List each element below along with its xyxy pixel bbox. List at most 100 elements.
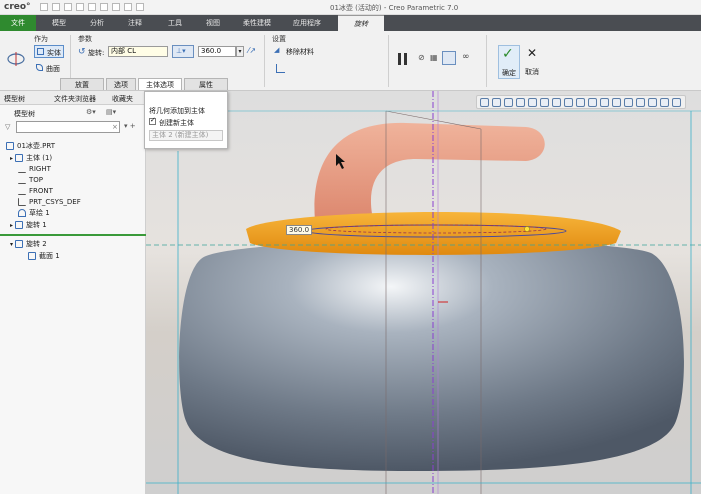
pause-icon-bar-left[interactable] <box>398 53 401 65</box>
tab-view[interactable]: 视图 <box>196 15 230 31</box>
pause-icon-bar-right[interactable] <box>404 53 407 65</box>
tree-item-sketch[interactable]: 草绘 1 <box>18 208 50 219</box>
tab-model[interactable]: 模型 <box>42 15 76 31</box>
checkmark-icon: ✓ <box>502 46 514 62</box>
no-preview-icon[interactable]: ⊘ <box>418 53 425 62</box>
remove-material-label[interactable]: 移除材料 <box>286 47 314 57</box>
angle-dropdown-arrow[interactable]: ▾ <box>236 46 244 57</box>
view-toolbar <box>476 95 686 109</box>
angle-input[interactable]: 360.0 <box>198 46 236 57</box>
insert-indicator <box>0 234 146 236</box>
pan-icon[interactable] <box>528 98 537 107</box>
tree-item-csys[interactable]: PRT_CSYS_DEF <box>18 197 81 208</box>
tree-item-section[interactable]: 截面 1 <box>28 251 60 262</box>
regenerate-icon[interactable] <box>100 3 108 11</box>
tab-tools[interactable]: 工具 <box>158 15 192 31</box>
tree-settings-icon[interactable]: ⚙▾ <box>86 108 96 116</box>
subtab-properties[interactable]: 属性 <box>184 78 228 90</box>
drag-handle[interactable] <box>524 226 530 232</box>
title-bar: creo° 01冰壶 (活动的) - Creo Parametric 7.0 <box>0 0 701 15</box>
tree-columns-icon[interactable]: ▤▾ <box>106 108 116 116</box>
body-options-popup: 将几何添加到主体 ✓ 创建新主体 主体 2 (新建主体) <box>144 91 228 149</box>
subtab-placement[interactable]: 放置 <box>60 78 104 90</box>
warning-icon[interactable] <box>648 98 657 107</box>
tab-annotate[interactable]: 注释 <box>118 15 152 31</box>
preview-icon[interactable]: ▦ <box>430 53 438 62</box>
tab-analysis[interactable]: 分析 <box>80 15 114 31</box>
settings-icon[interactable] <box>136 3 144 11</box>
datum-plane-icon <box>18 165 26 173</box>
tab-rotate[interactable]: 旋转 <box>338 15 384 31</box>
surface-label: 曲面 <box>46 65 60 73</box>
divider <box>388 35 389 87</box>
zoom-in-icon[interactable] <box>492 98 501 107</box>
subtab-body-options[interactable]: 主体选项 <box>138 78 182 90</box>
tree-item-body[interactable]: ▸ 主体 (1) <box>10 153 52 164</box>
body-name-field[interactable]: 主体 2 (新建主体) <box>149 130 223 141</box>
window-title: 01冰壶 (活动的) - Creo Parametric 7.0 <box>330 4 459 12</box>
tab-flexible-modeling[interactable]: 柔性建模 <box>234 15 280 31</box>
annotation-display-icon[interactable] <box>612 98 621 107</box>
refit-icon[interactable] <box>480 98 489 107</box>
tab-file[interactable]: 文件 <box>0 15 36 31</box>
left-panel: 模型树 文件夹浏览器 收藏夹 模型树 ⚙▾ ▤▾ ▽ × ▾ + 01冰壶.PR… <box>0 91 146 494</box>
section-view-icon[interactable] <box>672 98 681 107</box>
datum-display-icon[interactable] <box>600 98 609 107</box>
revolve-feature-icon <box>7 52 25 66</box>
windows-icon[interactable] <box>112 3 120 11</box>
cancel-label: 取消 <box>525 68 539 76</box>
menu-bar: 文件 模型 分析 注释 工具 视图 柔性建模 应用程序 旋转 <box>0 15 701 31</box>
revolve-icon <box>15 240 24 248</box>
verify-icon[interactable] <box>442 51 456 65</box>
tree-item-revolve-1[interactable]: ▸ 旋转 1 <box>10 220 47 231</box>
graphics-viewport[interactable]: 360.0 <box>146 91 701 494</box>
solid-toggle[interactable]: 实体 <box>34 45 64 58</box>
tab-model-tree[interactable]: 模型树 <box>4 94 25 104</box>
create-new-body-checkbox[interactable]: ✓ <box>149 116 156 125</box>
check-icon: ✓ <box>150 116 156 124</box>
tree-item-front[interactable]: FRONT <box>18 186 53 197</box>
tree-item-top[interactable]: TOP <box>18 175 43 186</box>
popup-title: 将几何添加到主体 <box>149 107 205 115</box>
datum-plane-icon <box>18 176 26 184</box>
tree-item-part[interactable]: 01冰壶.PRT <box>6 141 55 152</box>
named-views-icon[interactable] <box>552 98 561 107</box>
ok-button[interactable]: ✓ 确定 <box>498 45 520 79</box>
close-window-icon[interactable] <box>124 3 132 11</box>
zoom-out-icon[interactable] <box>504 98 513 107</box>
params-group-label: 参数 <box>78 35 92 43</box>
tree-search-input[interactable] <box>16 121 120 133</box>
rotate-axis-field[interactable]: 内部 CL <box>108 46 168 57</box>
repaint-icon[interactable] <box>516 98 525 107</box>
tab-applications[interactable]: 应用程序 <box>284 15 330 31</box>
redo-icon[interactable] <box>88 3 96 11</box>
new-file-icon[interactable] <box>40 3 48 11</box>
cancel-button[interactable]: ✕ 取消 <box>522 45 544 79</box>
view-manager-icon[interactable] <box>576 98 585 107</box>
undo-icon[interactable] <box>76 3 84 11</box>
ok-label: 确定 <box>502 69 516 77</box>
thicken-icon[interactable] <box>276 64 285 73</box>
angle-dimension-label[interactable]: 360.0 <box>286 225 313 235</box>
tab-favorites[interactable]: 收藏夹 <box>112 94 133 104</box>
tree-item-right[interactable]: RIGHT <box>18 164 51 175</box>
tab-folder-browser[interactable]: 文件夹浏览器 <box>54 94 96 104</box>
flip-direction-icon[interactable]: ⁄↗ <box>248 46 256 55</box>
saved-views-icon[interactable] <box>540 98 549 107</box>
csys-icon <box>18 198 26 206</box>
save-icon[interactable] <box>64 3 72 11</box>
add-icon[interactable]: ▾ + <box>124 122 136 130</box>
spin-center-icon[interactable] <box>624 98 633 107</box>
open-file-icon[interactable] <box>52 3 60 11</box>
subtab-options[interactable]: 选项 <box>106 78 136 90</box>
perspective-icon[interactable] <box>588 98 597 107</box>
remove-material-icon[interactable]: ◢ <box>274 46 279 54</box>
clear-search-icon[interactable]: × <box>112 123 118 131</box>
render-icon[interactable] <box>636 98 645 107</box>
pause-animation-icon[interactable] <box>660 98 669 107</box>
surface-toggle[interactable]: 曲面 <box>34 62 64 75</box>
display-style-icon[interactable] <box>564 98 573 107</box>
angle-mode-dropdown[interactable]: ⊥▾ <box>172 45 194 58</box>
glasses-icon[interactable]: ∞ <box>462 52 470 62</box>
tree-item-revolve-2[interactable]: ▾ 旋转 2 <box>10 239 47 250</box>
